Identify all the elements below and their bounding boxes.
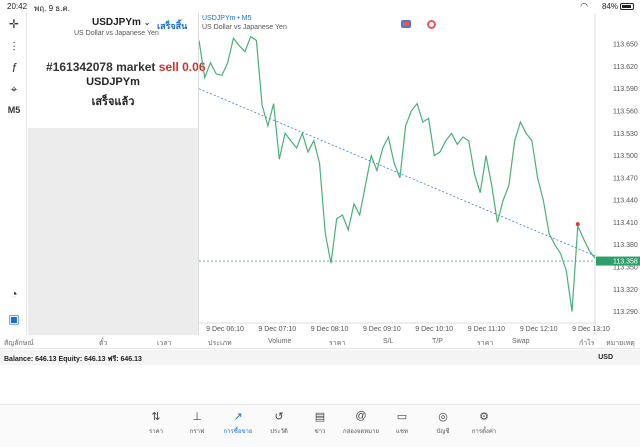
one-click-icon[interactable] bbox=[427, 20, 436, 29]
price-tick-label: 113.380 bbox=[613, 242, 638, 249]
col-price: ราคา bbox=[329, 340, 346, 347]
col-comment: หมายเหตุ bbox=[606, 340, 635, 347]
status-time: 20:42 bbox=[7, 2, 28, 11]
battery-percent: 84% bbox=[601, 2, 618, 11]
objects-icon[interactable]: ⌖ bbox=[5, 80, 23, 98]
tab-label: กราฟ bbox=[189, 429, 205, 435]
price-tick-label: 113.590 bbox=[613, 86, 638, 93]
balance-currency: USD bbox=[598, 354, 613, 361]
new-order-icon[interactable]: ▣ bbox=[5, 310, 23, 328]
order-symbol: USDJPYm bbox=[86, 76, 140, 88]
tab-history[interactable]: ↺ ประวัติ bbox=[259, 410, 299, 436]
timeframe-button[interactable]: M5 bbox=[5, 101, 23, 119]
time-tick-label: 9 Dec 11:10 bbox=[468, 326, 505, 333]
col-symbol: สัญลักษณ์ bbox=[4, 340, 34, 347]
col-time: เวลา bbox=[157, 340, 172, 347]
col-volume: Volume bbox=[268, 338, 292, 345]
time-tick-label: 9 Dec 07:10 bbox=[258, 326, 296, 333]
current-price-label: 113.358 bbox=[613, 259, 638, 266]
tab-label: การซื้อขาย bbox=[223, 429, 253, 435]
gear-icon: ⚙ bbox=[479, 411, 489, 423]
chat-icon: ▭ bbox=[396, 411, 408, 423]
tab-account[interactable]: ◎ บัญชี bbox=[423, 410, 463, 436]
col-swap: Swap bbox=[512, 338, 530, 345]
symbol-name: USDJPYm bbox=[92, 17, 141, 28]
col-ticket: ตั๋ว bbox=[99, 340, 108, 347]
status-bar: 20:42 พฤ. 9 ธ.ค. ◠ 84% bbox=[0, 0, 640, 13]
tab-news[interactable]: ▤ ข่าว bbox=[300, 410, 340, 436]
col-type: ประเภท bbox=[208, 340, 232, 347]
quotes-icon: ⇅ bbox=[151, 411, 161, 423]
tab-label: กล่องจดหมาย bbox=[342, 429, 380, 435]
chart-icon: ⊥ bbox=[192, 411, 202, 423]
price-tick-label: 113.410 bbox=[613, 220, 638, 227]
tab-label: ข่าว bbox=[314, 429, 326, 435]
tab-settings[interactable]: ⚙ การตั้งค่า bbox=[464, 410, 504, 436]
chart-canvas[interactable]: 113.650 113.620 113.590 113.560 113.530 113.5… bbox=[199, 13, 640, 335]
tab-trade[interactable]: ↗ การซื้อขาย bbox=[218, 410, 258, 436]
balance-text: Balance: 646.13 Equity: 646.13 ฟรี: 646.… bbox=[4, 356, 142, 363]
history-icon: ↺ bbox=[274, 411, 284, 423]
price-tick-label: 113.500 bbox=[613, 153, 638, 160]
order-summary: #161342078 market sell 0.06 bbox=[46, 60, 206, 74]
tab-label: บัญชี bbox=[436, 429, 450, 435]
battery-icon bbox=[620, 3, 634, 10]
time-tick-label: 9 Dec 12:10 bbox=[520, 326, 558, 333]
col-current-price: ราคา bbox=[477, 340, 494, 347]
indicator-icon[interactable]: ◔ bbox=[5, 285, 23, 303]
crosshair-icon[interactable]: ✛ bbox=[5, 15, 23, 33]
function-icon[interactable]: f bbox=[5, 59, 23, 77]
wifi-icon: ◠ bbox=[580, 1, 588, 11]
account-icon: ◎ bbox=[438, 411, 448, 423]
price-tick-label: 113.620 bbox=[613, 64, 638, 71]
positions-table-header: สัญลักษณ์ ตั๋ว เวลา ประเภท Volume ราคา S… bbox=[0, 336, 640, 349]
left-toolbar: ✛ ⫶ f ⌖ M5 ◔ ▣ bbox=[0, 13, 27, 335]
symbol-description: US Dollar vs Japanese Yen bbox=[74, 30, 159, 37]
news-icon: ▤ bbox=[314, 411, 326, 423]
tab-chart[interactable]: ⊥ กราฟ bbox=[177, 410, 217, 436]
bottom-tab-bar: ⇅ ราคา ⊥ กราฟ ↗ การซื้อขาย ↺ ประวัติ ▤ ข… bbox=[0, 404, 640, 447]
price-tick-label: 113.560 bbox=[613, 109, 638, 116]
price-tick-label: 113.530 bbox=[613, 131, 638, 138]
tab-label: แชท bbox=[396, 429, 408, 435]
trade-icon: ↗ bbox=[233, 411, 243, 423]
order-info-card: USDJPYm ⌄ US Dollar vs Japanese Yen เสร็… bbox=[28, 13, 206, 128]
chart-description: US Dollar vs Japanese Yen bbox=[202, 24, 287, 31]
trendline bbox=[199, 88, 596, 257]
mailbox-icon: @ bbox=[355, 410, 367, 422]
chart-symbol-label: USDJPYm • M5 bbox=[202, 15, 252, 22]
tab-quotes[interactable]: ⇅ ราคา bbox=[136, 410, 176, 436]
tab-label: การตั้งค่า bbox=[471, 429, 497, 435]
price-tick-label: 113.320 bbox=[613, 287, 638, 294]
done-button[interactable]: เสร็จสิ้น bbox=[157, 19, 187, 33]
price-tick-label: 113.470 bbox=[613, 175, 638, 182]
order-marker bbox=[575, 222, 580, 227]
balance-bar: Balance: 646.13 Equity: 646.13 ฟรี: 646.… bbox=[0, 350, 640, 365]
tab-chat[interactable]: ▭ แชท bbox=[382, 410, 422, 436]
candles-icon[interactable]: ⫶ bbox=[5, 38, 23, 56]
order-info-panel: USDJPYm ⌄ US Dollar vs Japanese Yen เสร็… bbox=[28, 13, 206, 335]
price-tick-label: 113.290 bbox=[613, 309, 638, 316]
col-sl: S/L bbox=[383, 338, 394, 345]
tab-mailbox[interactable]: @ กล่องจดหมาย bbox=[341, 410, 381, 436]
price-tick-label: 113.650 bbox=[613, 42, 638, 49]
chevron-down-icon: ⌄ bbox=[143, 18, 151, 27]
price-chart[interactable]: 113.650 113.620 113.590 113.560 113.530 113.5… bbox=[198, 13, 640, 335]
time-tick-label: 9 Dec 06:10 bbox=[206, 326, 244, 333]
time-tick-label: 9 Dec 09:10 bbox=[363, 326, 401, 333]
price-series-line bbox=[199, 35, 596, 312]
time-tick-label: 9 Dec 10:10 bbox=[415, 326, 453, 333]
col-profit: กำไร bbox=[579, 340, 595, 347]
order-id: #161342078 market bbox=[46, 60, 156, 74]
price-tick-label: 113.440 bbox=[613, 198, 638, 205]
col-tp: T/P bbox=[432, 338, 443, 345]
time-tick-label: 9 Dec 13:10 bbox=[572, 326, 610, 333]
buy-sell-icon[interactable] bbox=[401, 20, 411, 28]
chart-toolbar bbox=[401, 20, 436, 29]
time-tick-label: 9 Dec 08:10 bbox=[311, 326, 349, 333]
order-status: เสร็จแล้ว bbox=[91, 96, 135, 108]
symbol-selector[interactable]: USDJPYm ⌄ bbox=[92, 17, 150, 28]
tab-label: ประวัติ bbox=[270, 429, 288, 435]
tab-label: ราคา bbox=[149, 429, 163, 435]
